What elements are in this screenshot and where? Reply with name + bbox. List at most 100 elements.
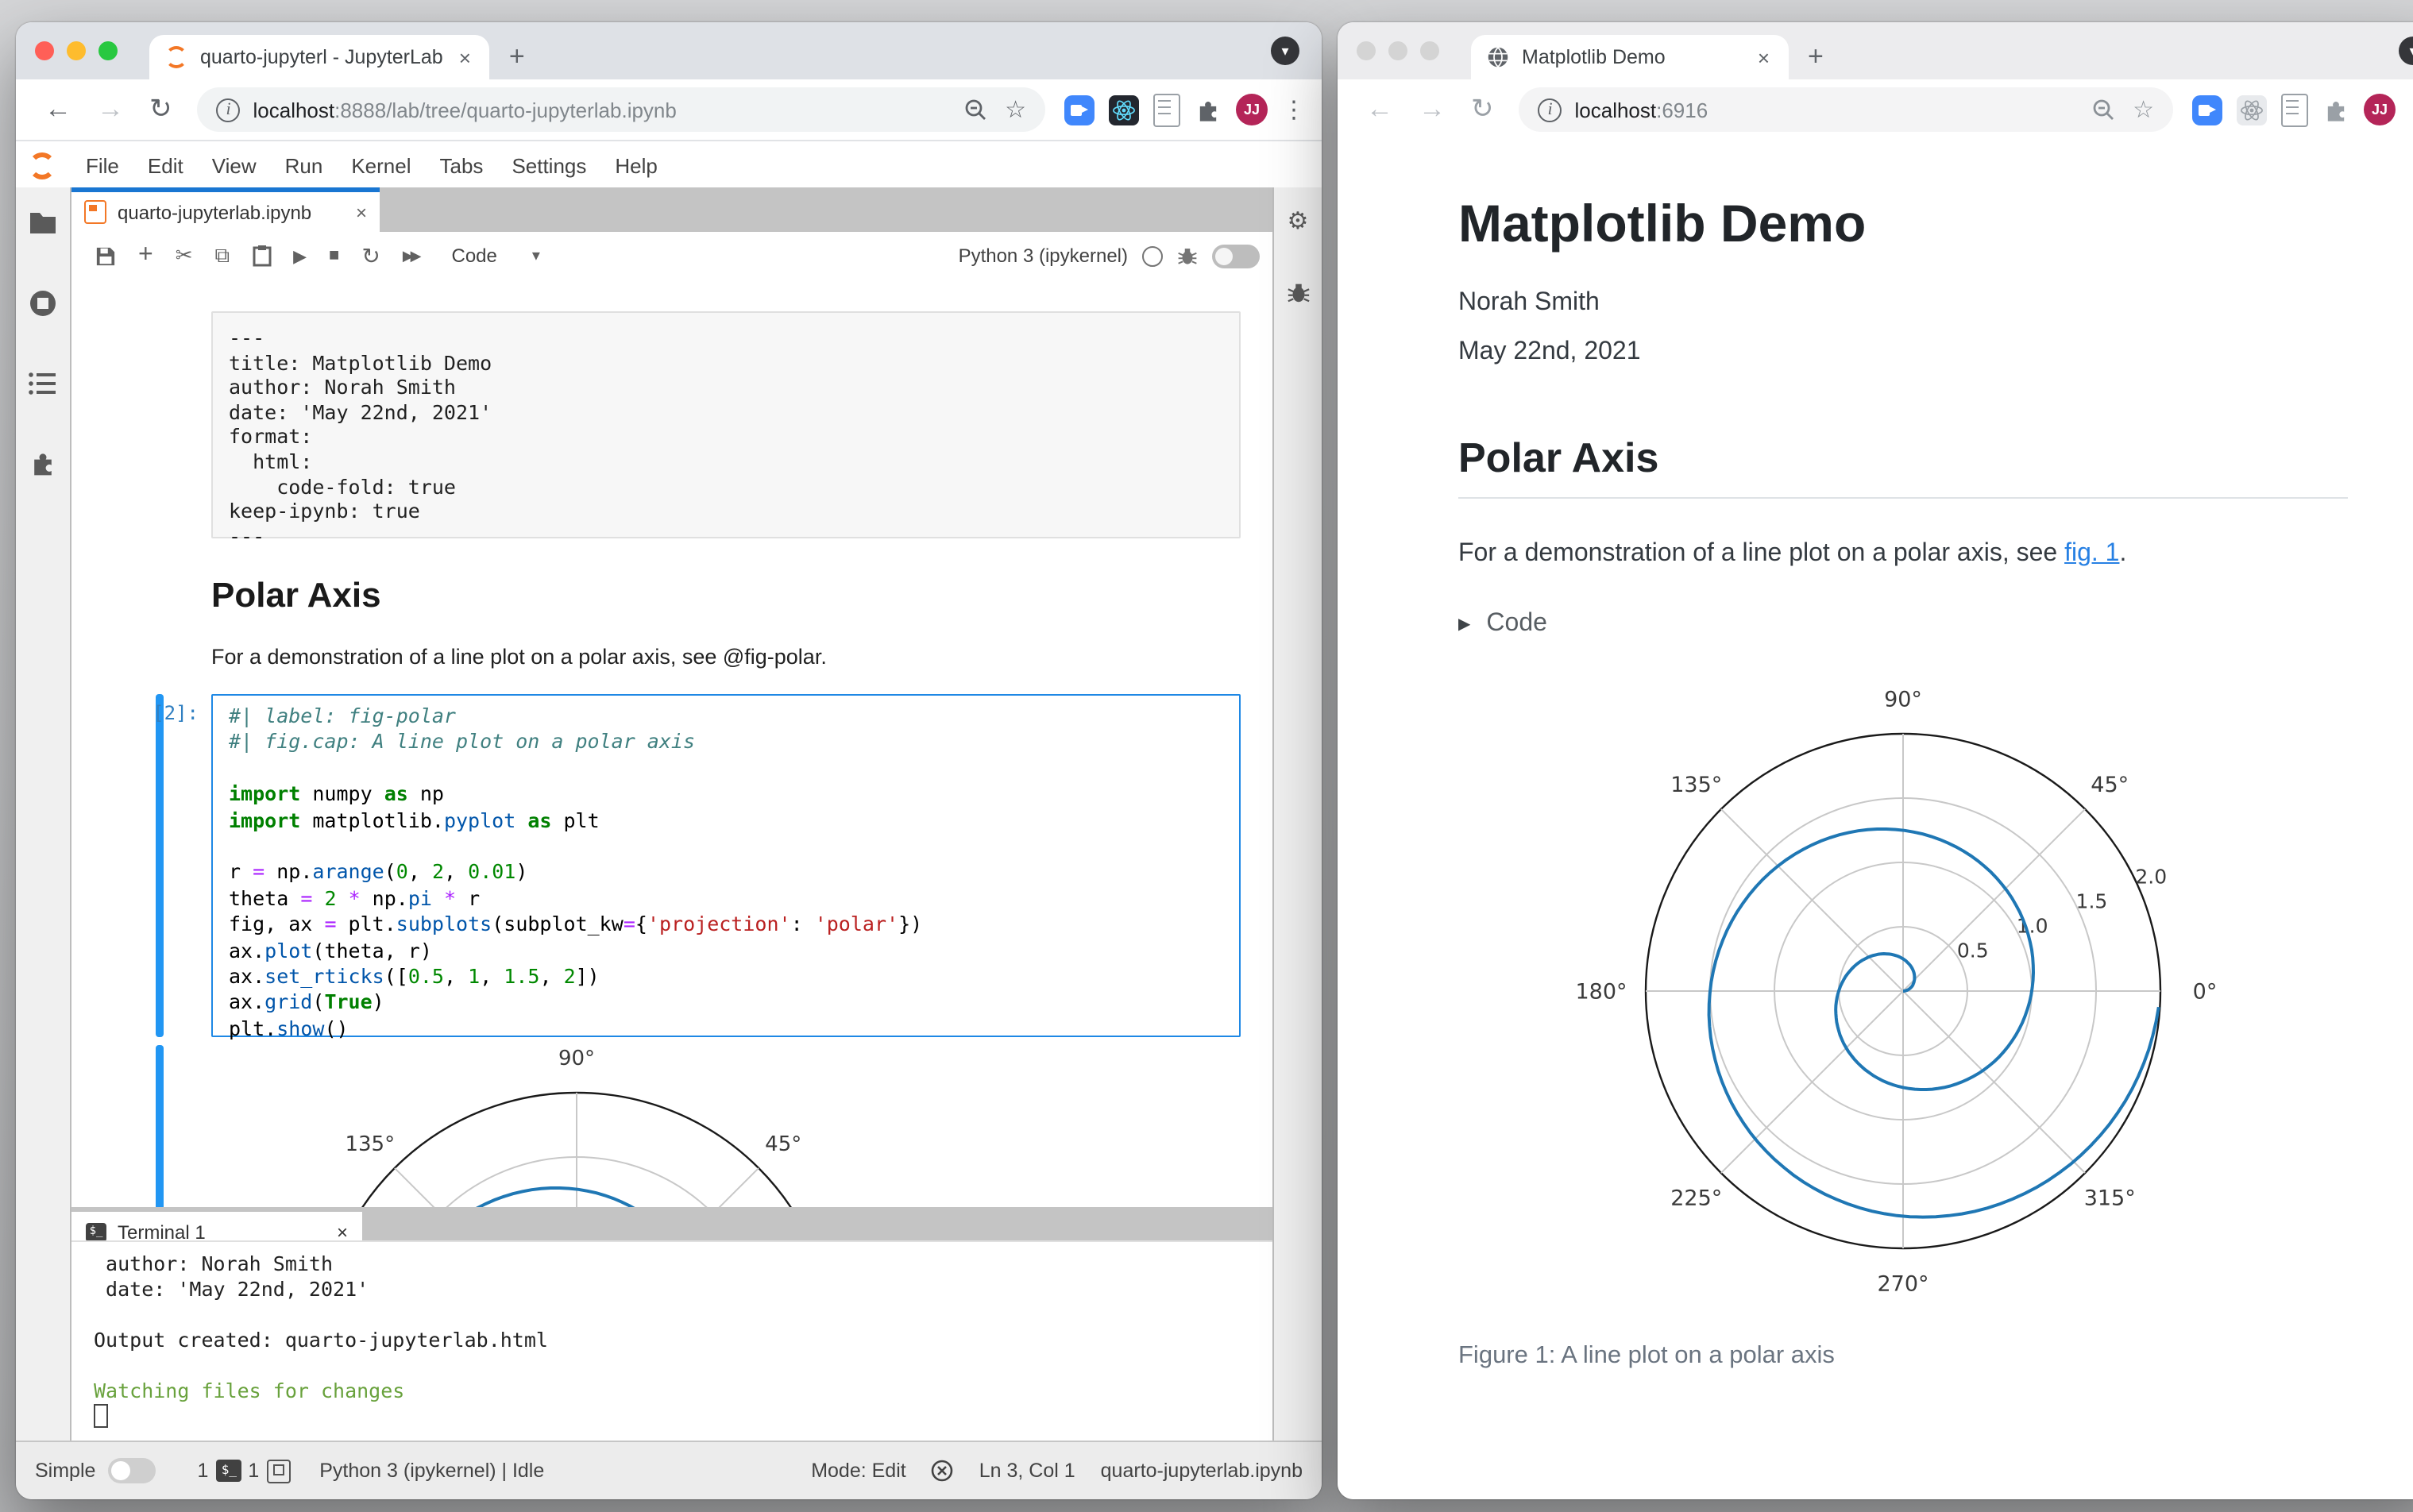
toolbar-toggle[interactable] (1212, 244, 1260, 268)
kernel-status-text[interactable]: Python 3 (ipykernel) | Idle (319, 1460, 544, 1482)
debugger-bug-icon[interactable] (1286, 280, 1310, 305)
puzzle-extension-icon[interactable] (2322, 96, 2349, 123)
figure-link[interactable]: fig. 1 (2064, 540, 2119, 567)
url-host: localhost (1574, 98, 1657, 122)
notebook-tab-close-icon[interactable]: × (356, 201, 367, 223)
zoom-extension-icon[interactable] (1064, 94, 1095, 125)
zoom-out-icon[interactable] (963, 98, 986, 121)
menu-run[interactable]: Run (271, 153, 338, 177)
browser-tab[interactable]: Matplotlib Demo × (1471, 35, 1789, 79)
minimize-window-button[interactable] (67, 41, 86, 60)
menu-view[interactable]: View (198, 153, 271, 177)
zoom-window-button[interactable] (98, 41, 118, 60)
svg-text:0°: 0° (2193, 979, 2218, 1004)
close-window-button[interactable] (1357, 41, 1376, 60)
traffic-lights[interactable] (1357, 41, 1439, 60)
zoom-extension-icon[interactable] (2192, 94, 2222, 125)
stop-kernel-icon[interactable]: ■ (329, 246, 339, 265)
input-collapser[interactable] (156, 694, 164, 1037)
paragraph-period: . (2119, 540, 2127, 567)
circle-x-icon[interactable] (932, 1460, 954, 1482)
terminal-cursor (94, 1404, 108, 1428)
svg-text:45°: 45° (765, 1132, 801, 1156)
kernel-name[interactable]: Python 3 (ipykernel) (959, 245, 1128, 267)
zoom-window-button[interactable] (1420, 41, 1439, 60)
menu-help[interactable]: Help (600, 153, 672, 177)
save-icon[interactable] (95, 245, 116, 266)
kernel-chip-icon[interactable] (267, 1459, 291, 1483)
property-inspector-gears-icon[interactable]: ⚙ (1288, 206, 1309, 235)
menu-tabs[interactable]: Tabs (426, 153, 498, 177)
tab-search-chevron-icon[interactable]: ▾ (1271, 37, 1299, 65)
react-devtools-icon[interactable] (1109, 94, 1139, 125)
menu-file[interactable]: File (71, 153, 133, 177)
forward-icon[interactable]: → (1419, 94, 1446, 125)
yaml-raw-cell[interactable]: --- title: Matplotlib Demo author: Norah… (211, 311, 1241, 548)
back-icon[interactable]: ← (44, 94, 71, 125)
profile-avatar[interactable]: JJ (2364, 94, 2396, 125)
traffic-lights[interactable] (35, 41, 118, 60)
table-of-contents-icon[interactable] (29, 372, 57, 395)
info-icon[interactable]: i (216, 98, 241, 122)
tab-close-icon[interactable]: × (1755, 45, 1773, 69)
info-icon[interactable]: i (1538, 98, 1562, 122)
terminal-badge-icon[interactable]: $_ (216, 1460, 242, 1482)
bookmark-star-icon[interactable]: ☆ (2133, 95, 2154, 124)
jupyterlab-browser-window: quarto-jupyterl - JupyterLab × + ▾ ← → ↻… (16, 22, 1322, 1499)
markdown-heading: Polar Axis (211, 575, 381, 615)
cursor-position[interactable]: Ln 3, Col 1 (979, 1460, 1075, 1482)
extensions-area: JJ ⋮ (1064, 93, 1306, 126)
new-tab-button[interactable]: + (509, 41, 525, 73)
minimize-window-button[interactable] (1388, 41, 1407, 60)
restart-kernel-icon[interactable]: ↻ (361, 242, 380, 269)
address-bar[interactable]: i localhost:8888/lab/tree/quarto-jupyter… (197, 87, 1045, 132)
add-cell-icon[interactable]: + (138, 241, 153, 270)
profile-avatar[interactable]: JJ (1236, 94, 1268, 125)
forward-icon[interactable]: → (97, 94, 124, 125)
simple-mode-label: Simple (35, 1460, 96, 1482)
output-collapser[interactable] (156, 1045, 164, 1207)
kernel-status-icon[interactable] (1142, 245, 1163, 266)
mode-indicator[interactable]: Mode: Edit (811, 1460, 906, 1482)
extension-manager-icon[interactable] (29, 449, 57, 478)
address-bar[interactable]: i localhost:6916 ☆ (1519, 87, 2173, 132)
running-sessions-icon[interactable] (29, 289, 57, 318)
polar-figure: 0° 45° 90° 135° 180° 225° 270° 315° 0.5 1.0 1.5 2.0 (1458, 664, 2348, 1326)
run-cell-icon[interactable]: ▶ (293, 245, 307, 266)
menu-settings[interactable]: Settings (497, 153, 600, 177)
file-browser-icon[interactable] (29, 210, 57, 235)
debugger-bug-toolbar-icon[interactable] (1177, 245, 1198, 267)
terminal-output[interactable]: author: Norah Smith date: 'May 22nd, 202… (71, 1240, 1272, 1442)
zoom-out-icon[interactable] (2091, 98, 2114, 121)
browser-menu-icon[interactable]: ⋮ (1282, 95, 1306, 124)
code-fold-toggle[interactable]: ▶ Code (1458, 610, 2413, 638)
react-devtools-icon[interactable] (2237, 94, 2267, 125)
paste-cells-icon[interactable] (252, 245, 271, 267)
menu-kernel[interactable]: Kernel (337, 153, 425, 177)
document-extension-icon[interactable] (2281, 93, 2308, 126)
restart-run-all-icon[interactable]: ▶▶ (403, 247, 422, 264)
menu-edit[interactable]: Edit (133, 153, 198, 177)
terminal-tab-close-icon[interactable]: × (337, 1221, 348, 1243)
copy-cells-icon[interactable]: ⧉ (215, 243, 230, 268)
notebook-tab[interactable]: quarto-jupyterlab.ipynb × (71, 187, 380, 232)
quarto-page: Matplotlib Demo Norah Smith May 22nd, 20… (1338, 140, 2413, 1499)
cut-cells-icon[interactable]: ✂ (176, 243, 193, 268)
tab-close-icon[interactable]: × (456, 45, 474, 69)
notebook-scroll-area[interactable]: --- title: Matplotlib Demo author: Norah… (71, 280, 1272, 1207)
close-window-button[interactable] (35, 41, 54, 60)
browser-toolbar: ← → ↻ i localhost:8888/lab/tree/quarto-j… (16, 79, 1322, 141)
back-icon[interactable]: ← (1366, 94, 1393, 125)
code-cell[interactable]: #| label: fig-polar #| fig.cap: A line pl… (211, 694, 1241, 1040)
browser-tab[interactable]: quarto-jupyterl - JupyterLab × (149, 35, 490, 79)
browser-menu-icon[interactable]: ⋮ (2410, 95, 2413, 124)
bookmark-star-icon[interactable]: ☆ (1005, 95, 1026, 124)
cell-type-dropdown[interactable]: Code ▾ (452, 245, 540, 267)
simple-mode-toggle[interactable] (108, 1458, 156, 1483)
document-extension-icon[interactable] (1153, 93, 1180, 126)
reload-icon[interactable]: ↻ (1471, 94, 1494, 125)
tab-search-chevron-icon[interactable]: ▾ (2399, 37, 2413, 65)
new-tab-button[interactable]: + (1808, 41, 1824, 73)
reload-icon[interactable]: ↻ (149, 94, 172, 125)
puzzle-extension-icon[interactable] (1195, 96, 1222, 123)
